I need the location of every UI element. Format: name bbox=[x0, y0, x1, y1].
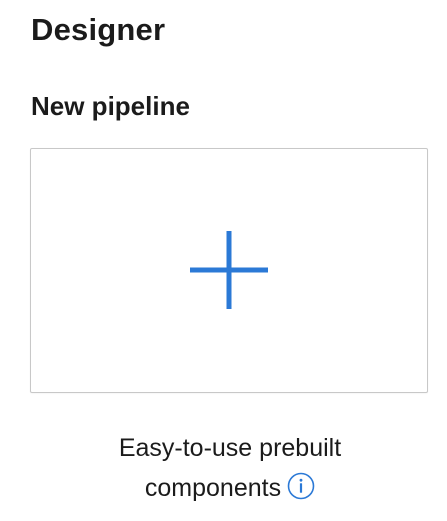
caption-line-2: components bbox=[0, 468, 447, 508]
info-icon[interactable] bbox=[287, 472, 315, 500]
plus-icon bbox=[190, 231, 268, 309]
page-title: Designer bbox=[31, 12, 166, 47]
caption-line-1: Easy-to-use prebuilt bbox=[118, 434, 342, 462]
caption-line-2-text: components bbox=[144, 474, 282, 502]
new-pipeline-caption: Easy-to-use prebuilt components bbox=[0, 428, 447, 508]
new-pipeline-heading: New pipeline bbox=[31, 91, 190, 121]
